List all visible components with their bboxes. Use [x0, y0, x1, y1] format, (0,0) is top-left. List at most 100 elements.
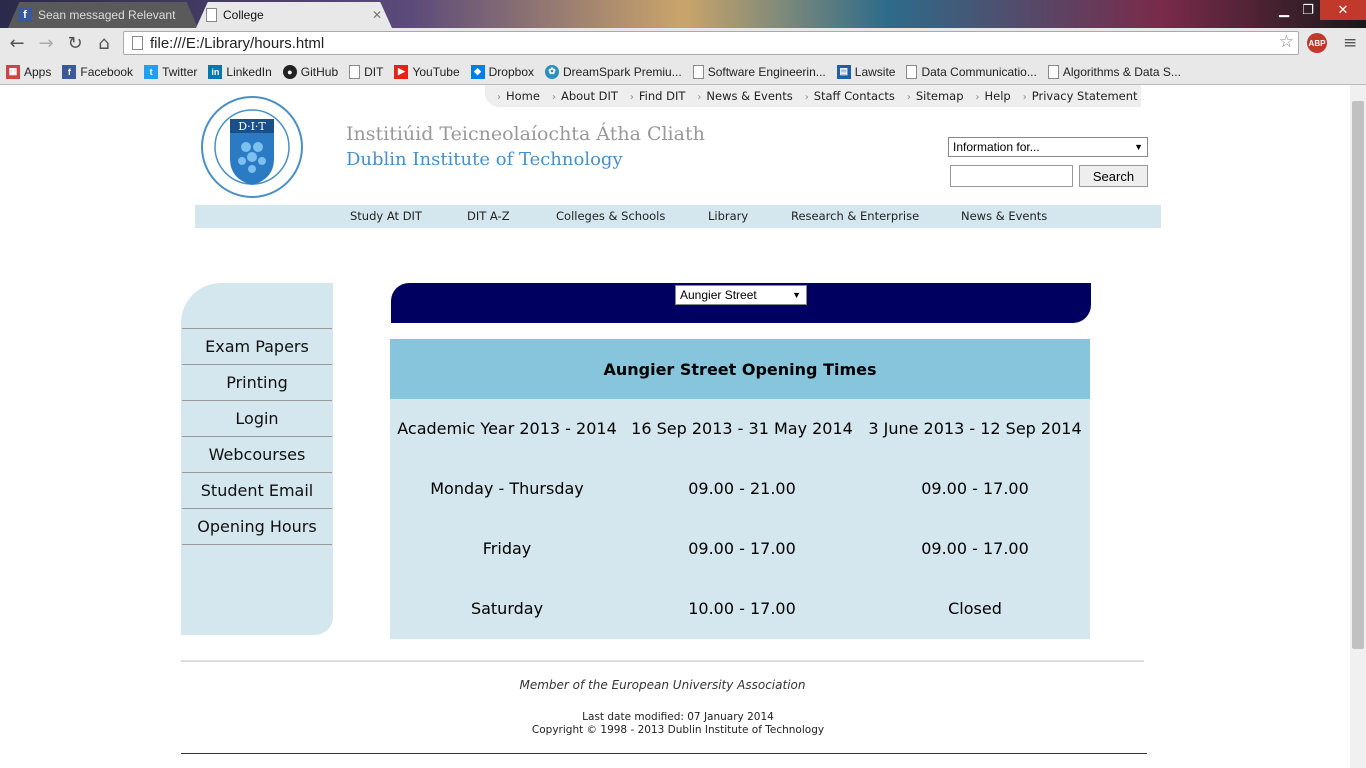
facebook-icon: f	[18, 8, 32, 22]
table-cell: 09.00 - 17.00	[688, 539, 796, 558]
bookmark-dit[interactable]: DIT	[349, 64, 383, 79]
table-cell: 10.00 - 17.00	[688, 599, 796, 618]
back-icon[interactable]: ←	[5, 31, 29, 55]
bookmark-data-communications[interactable]: Data Communicatio...	[906, 64, 1037, 79]
dit-logo[interactable]: D·I·T	[198, 95, 306, 199]
bookmark-github[interactable]: ● GitHub	[282, 64, 338, 79]
tab-title: Sean messaged Relevant c	[38, 8, 178, 22]
close-window-icon[interactable]: ✕	[1320, 0, 1366, 20]
bookmark-software-engineering[interactable]: Software Engineerin...	[692, 64, 826, 79]
opening-hours-title: Aungier Street Opening Times	[390, 339, 1090, 399]
bookmark-lawsite[interactable]: ▤ Lawsite	[836, 64, 895, 79]
search-input[interactable]	[950, 165, 1073, 187]
footer-divider	[181, 753, 1147, 754]
information-for-select[interactable]: Information for... ▼	[948, 137, 1148, 157]
copyright: Copyright © 1998 - 2013 Dublin Institute…	[531, 724, 825, 736]
nav-research[interactable]: Research & Enterprise	[791, 209, 919, 223]
top-links: Home About DIT Find DIT News & Events St…	[485, 85, 1141, 107]
table-cell: Academic Year 2013 - 2014	[397, 419, 617, 438]
search-button[interactable]: Search	[1079, 165, 1148, 187]
dreamspark-icon: ✿	[545, 64, 559, 79]
tab-title: College	[223, 8, 264, 22]
title-bar: f Sean messaged Relevant c College ✕ ▁ ❐…	[0, 0, 1366, 28]
restore-icon[interactable]: ❐	[1296, 0, 1320, 20]
nav-news[interactable]: News & Events	[961, 209, 1047, 223]
top-link-sitemap[interactable]: Sitemap	[907, 89, 964, 103]
forward-icon[interactable]: →	[34, 31, 58, 55]
table-cell: Monday - Thursday	[430, 479, 584, 498]
campus-bar: Aungier Street ▼	[391, 283, 1091, 323]
table-cell: 3 June 2013 - 12 Sep 2014	[868, 419, 1082, 438]
facebook-icon: f	[62, 64, 77, 79]
top-link-privacy[interactable]: Privacy Statement	[1023, 89, 1138, 103]
table-cell: 09.00 - 17.00	[921, 479, 1029, 498]
bookmark-apps[interactable]: ▦ Apps	[6, 64, 51, 79]
sidebar-item-login[interactable]: Login	[182, 400, 332, 436]
browser-chrome: f Sean messaged Relevant c College ✕ ▁ ❐…	[0, 0, 1366, 85]
sidebar-item-printing[interactable]: Printing	[182, 364, 332, 400]
bookmark-algorithms[interactable]: Algorithms & Data S...	[1047, 64, 1181, 79]
bookmarks-bar: ▦ Apps f Facebook t Twitter in LinkedIn ● Git…	[0, 59, 1366, 85]
footer-divider	[181, 660, 1144, 662]
bookmark-dropbox[interactable]: ◆ Dropbox	[470, 64, 534, 79]
apps-icon: ▦	[6, 64, 20, 79]
main-nav: Study At DIT DIT A-Z Colleges & Schools …	[195, 205, 1161, 228]
bookmark-linkedin[interactable]: in LinkedIn	[208, 64, 272, 79]
close-icon[interactable]: ✕	[372, 8, 382, 22]
last-modified: Last date modified: 07 January 2014	[582, 711, 774, 723]
bookmark-youtube[interactable]: ▶ YouTube	[394, 64, 460, 79]
sidebar-item-student-email[interactable]: Student Email	[182, 472, 332, 508]
page-icon	[1047, 64, 1059, 79]
logo-text: D·I·T	[238, 120, 266, 133]
table-cell: 09.00 - 17.00	[921, 539, 1029, 558]
reload-icon[interactable]: ↻	[63, 31, 87, 55]
nav-dit-a-z[interactable]: DIT A-Z	[467, 209, 510, 223]
sidebar-item-webcourses[interactable]: Webcourses	[182, 436, 332, 472]
address-bar[interactable]: file:///E:/Library/hours.html ☆	[123, 31, 1299, 55]
sidebar: Exam Papers Printing Login Webcourses St…	[181, 283, 333, 635]
home-icon[interactable]: ⌂	[92, 31, 116, 55]
bookmark-twitter[interactable]: t Twitter	[144, 64, 197, 79]
campus-select[interactable]: Aungier Street ▼	[675, 285, 807, 305]
sidebar-item-exam-papers[interactable]: Exam Papers	[182, 328, 332, 364]
minimize-icon[interactable]: ▁	[1272, 0, 1296, 20]
top-link-news[interactable]: News & Events	[697, 89, 792, 103]
top-link-home[interactable]: Home	[497, 89, 540, 103]
table-cell: 16 Sep 2013 - 31 May 2014	[631, 419, 853, 438]
top-link-staff[interactable]: Staff Contacts	[805, 89, 895, 103]
table-cell: 09.00 - 21.00	[688, 479, 796, 498]
tab-college[interactable]: College ✕	[196, 2, 392, 28]
table-cell: Closed	[948, 599, 1002, 618]
institute-name-english: Dublin Institute of Technology	[346, 149, 623, 170]
scrollbar-thumb[interactable]	[1352, 101, 1364, 649]
nav-study[interactable]: Study At DIT	[350, 209, 422, 223]
top-link-help[interactable]: Help	[976, 89, 1011, 103]
twitter-icon: t	[144, 64, 159, 79]
lawsite-icon: ▤	[836, 64, 851, 79]
address-text: file:///E:/Library/hours.html	[150, 34, 325, 52]
bookmark-dreamspark[interactable]: ✿ DreamSpark Premiu...	[545, 64, 682, 79]
nav-colleges[interactable]: Colleges & Schools	[556, 209, 665, 223]
page-icon	[349, 64, 361, 79]
eua-membership: Member of the European University Associ…	[519, 678, 806, 692]
bookmark-facebook[interactable]: f Facebook	[62, 64, 133, 79]
github-icon: ●	[282, 64, 297, 79]
adblock-icon[interactable]: ABP	[1307, 33, 1327, 53]
top-link-find[interactable]: Find DIT	[630, 89, 686, 103]
star-icon[interactable]: ☆	[1279, 32, 1294, 52]
top-link-about[interactable]: About DIT	[552, 89, 618, 103]
sidebar-divider	[182, 544, 332, 545]
sidebar-item-opening-hours[interactable]: Opening Hours	[182, 508, 332, 544]
page-icon	[692, 64, 704, 79]
menu-icon[interactable]: ≡	[1343, 33, 1357, 53]
page-icon	[906, 64, 918, 79]
institute-name-irish: Institiúid Teicneolaíochta Átha Cliath	[346, 123, 705, 145]
page-icon	[132, 36, 143, 50]
nav-library[interactable]: Library	[708, 209, 748, 223]
table-cell: Saturday	[470, 599, 544, 618]
dropbox-icon: ◆	[470, 64, 485, 79]
linkedin-icon: in	[208, 64, 223, 79]
page-content: Home About DIT Find DIT News & Events St…	[0, 85, 1350, 768]
youtube-icon: ▶	[394, 64, 409, 79]
tab-facebook[interactable]: f Sean messaged Relevant c	[8, 2, 198, 28]
